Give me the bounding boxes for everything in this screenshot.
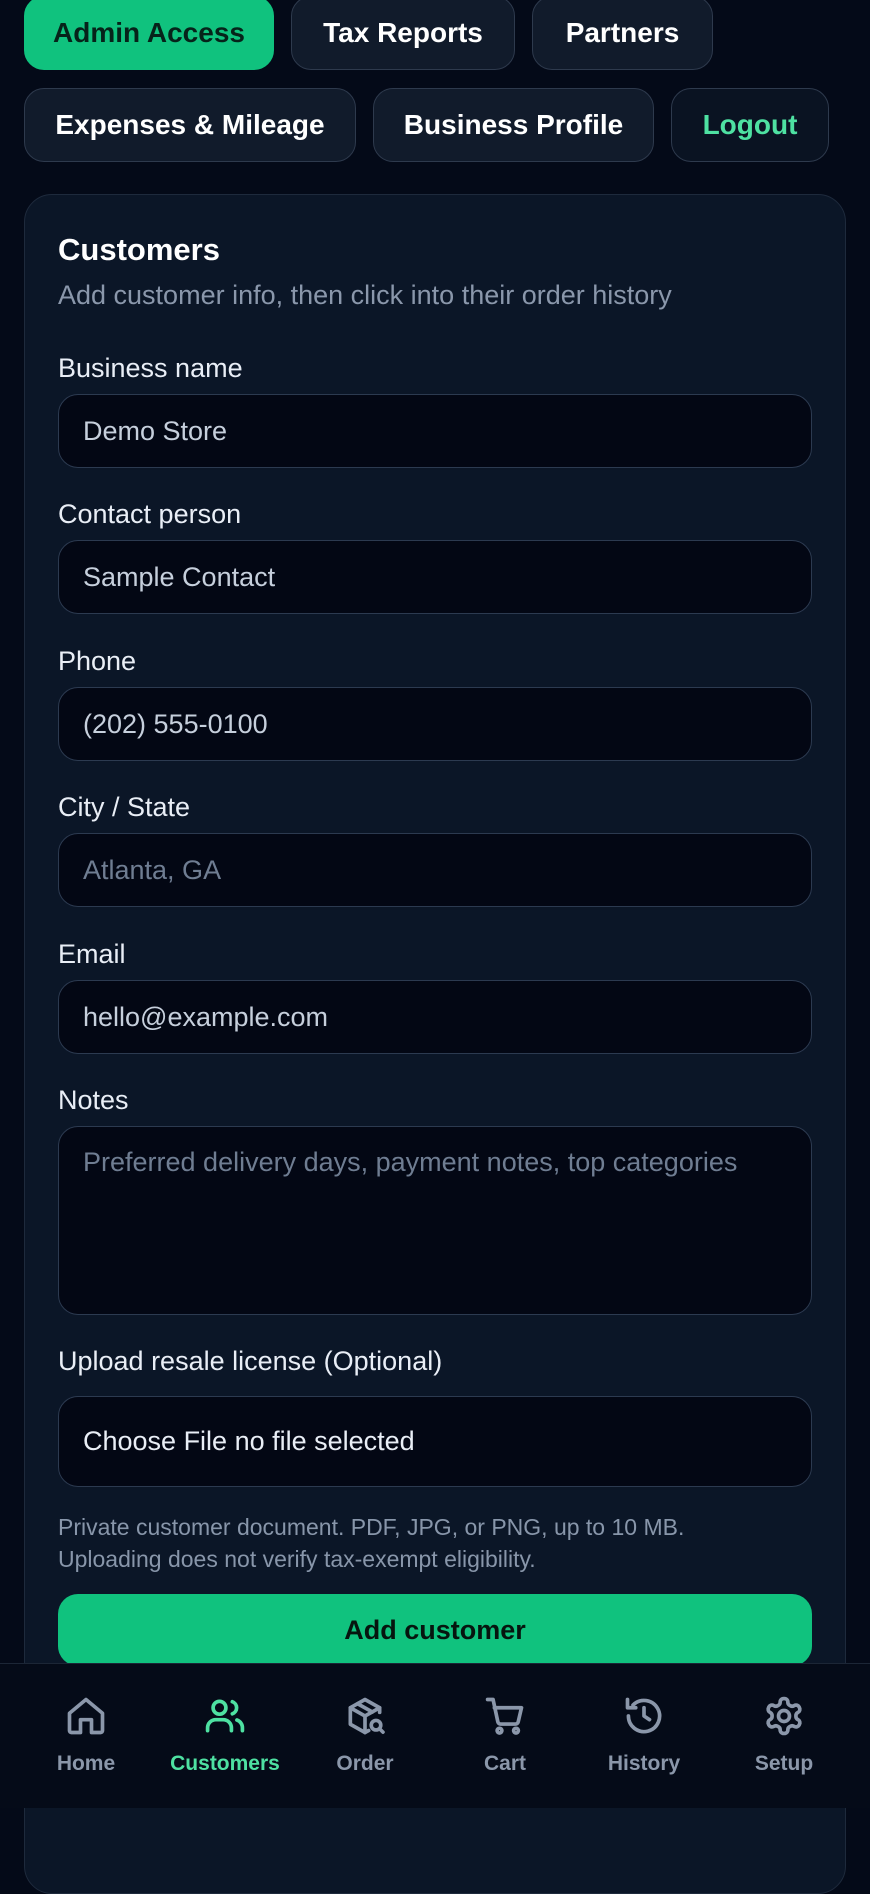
contact-person-input[interactable]: Sample Contact — [58, 540, 812, 614]
home-icon — [67, 1697, 105, 1735]
page-title: Customers — [58, 232, 220, 267]
tab-home-label: Home — [56, 1752, 116, 1775]
notes-label: Notes — [58, 1085, 129, 1115]
add-customer-button[interactable]: Add customer — [58, 1594, 812, 1666]
business-name-label: Business name — [58, 353, 243, 383]
city-state-placeholder: Atlanta, GA — [83, 854, 222, 885]
bottom-tab-bar: Home Customers Order Cart History Setup — [0, 1663, 870, 1808]
admin-access-button[interactable]: Admin Access — [24, 0, 274, 70]
gear-icon — [766, 1696, 802, 1736]
cart-icon — [485, 1697, 524, 1735]
contact-person-value: Sample Contact — [83, 561, 276, 592]
phone-label: Phone — [58, 646, 137, 676]
history-icon — [625, 1697, 662, 1734]
package-search-icon — [348, 1697, 385, 1735]
email-input[interactable]: hello@example.com — [58, 980, 812, 1054]
tab-home[interactable]: Home — [16, 1694, 156, 1776]
tax-reports-button[interactable]: Tax Reports — [291, 0, 515, 70]
resale-license-label: Upload resale license (Optional) — [58, 1346, 443, 1376]
page-subtitle: Add customer info, then click into their… — [58, 280, 672, 310]
tab-order-label: Order — [336, 1752, 394, 1775]
tab-order[interactable]: Order — [295, 1694, 435, 1776]
tab-history-label: History — [607, 1752, 681, 1775]
logout-button[interactable]: Logout — [671, 88, 829, 162]
resale-license-file-input[interactable]: Choose File no file selected — [58, 1396, 812, 1487]
resale-license-hint-line-2: Uploading does not verify tax-exempt eli… — [58, 1546, 536, 1572]
tab-setup[interactable]: Setup — [714, 1694, 854, 1776]
users-icon — [205, 1699, 245, 1733]
notes-textarea[interactable]: Preferred delivery days, payment notes, … — [58, 1126, 812, 1315]
city-state-input[interactable]: Atlanta, GA — [58, 833, 812, 907]
expenses-mileage-button[interactable]: Expenses & Mileage — [24, 88, 356, 162]
partners-button[interactable]: Partners — [532, 0, 713, 70]
business-name-input[interactable]: Demo Store — [58, 394, 812, 468]
tab-cart[interactable]: Cart — [435, 1694, 575, 1776]
business-profile-button[interactable]: Business Profile — [373, 88, 654, 162]
tab-customers[interactable]: Customers — [155, 1694, 295, 1776]
tab-history[interactable]: History — [574, 1694, 714, 1776]
tab-setup-label: Setup — [754, 1752, 814, 1775]
email-value: hello@example.com — [83, 1001, 329, 1032]
tab-customers-label: Customers — [170, 1752, 280, 1775]
notes-placeholder: Preferred delivery days, payment notes, … — [83, 1147, 738, 1177]
phone-value: (202) 555-0100 — [83, 708, 268, 739]
resale-license-hint-line-1: Private customer document. PDF, JPG, or … — [58, 1514, 685, 1540]
phone-input[interactable]: (202) 555-0100 — [58, 687, 812, 761]
file-input-text: Choose File no file selected — [83, 1426, 415, 1456]
business-name-value: Demo Store — [83, 415, 228, 446]
tab-cart-label: Cart — [483, 1752, 526, 1775]
email-label: Email — [58, 939, 126, 969]
contact-person-label: Contact person — [58, 499, 242, 529]
city-state-label: City / State — [58, 792, 191, 822]
